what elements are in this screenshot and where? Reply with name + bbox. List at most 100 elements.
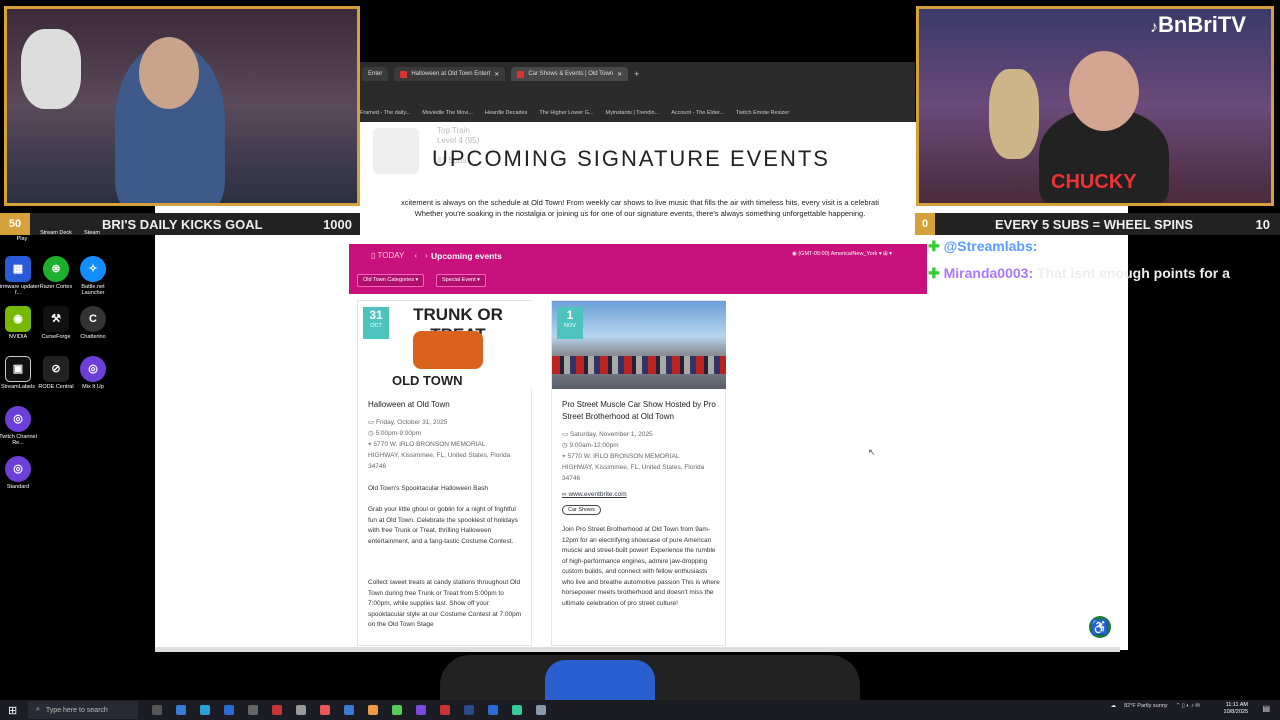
desktop-icon-mixitup[interactable]: ◎ Mix It Up bbox=[71, 356, 115, 390]
timezone-selector[interactable]: ◉ (GMT-05:00) America/New_York ▾ ⊞ ▾ bbox=[792, 251, 892, 257]
accessibility-icon[interactable]: ♿ bbox=[1089, 616, 1111, 638]
desktop-icon-standard[interactable]: ◎ Standard bbox=[0, 456, 40, 490]
desktop-icon-steam[interactable]: Steam bbox=[70, 230, 114, 236]
icon-label: Battle.net Launcher bbox=[81, 284, 105, 296]
mascot-decor bbox=[545, 660, 655, 700]
app-icon[interactable] bbox=[416, 705, 426, 715]
cars-row bbox=[552, 356, 726, 374]
filter-label: Old Town Categories bbox=[363, 277, 414, 283]
event-address: ⌖ 5770 W. IRLO BRONSON MEMORIAL HIGHWAY,… bbox=[368, 439, 518, 472]
train-title: Top Train bbox=[437, 126, 470, 135]
calendar-icon: ▭ bbox=[562, 431, 570, 438]
calendar-icon: ▭ bbox=[368, 419, 376, 426]
desktop-icon-battlenet[interactable]: ✧ Battle.net Launcher bbox=[71, 256, 115, 296]
date-badge: 1 NOV bbox=[557, 307, 583, 339]
event-title[interactable]: Pro Street Muscle Car Show Hosted by Pro… bbox=[562, 399, 722, 423]
event-address: ⌖ 5770 W. IRLO BRONSON MEMORIAL HIGHWAY,… bbox=[562, 451, 712, 484]
icon-label: CurseForge bbox=[41, 334, 71, 340]
app-icon: ⊛ bbox=[43, 256, 69, 282]
horizontal-scrollbar[interactable] bbox=[155, 647, 1120, 652]
date-month: OCT bbox=[370, 323, 382, 329]
close-icon[interactable]: ✕ bbox=[494, 71, 499, 78]
chat-message: ✚ @Streamlabs: combo bbox=[928, 238, 1117, 255]
new-tab-button[interactable]: + bbox=[634, 69, 639, 79]
icon-label: Twitch Channel Re... bbox=[0, 434, 37, 446]
event-card[interactable]: TRUNK OR TREAT OLD TOWN 31OCT Halloween … bbox=[357, 300, 532, 646]
bookmark-item[interactable]: Moviedle The Movi... bbox=[422, 110, 473, 116]
close-icon[interactable]: ✕ bbox=[617, 71, 622, 78]
chrome-icon[interactable] bbox=[368, 705, 378, 715]
steam-icon[interactable] bbox=[464, 705, 474, 715]
app-icon[interactable] bbox=[440, 705, 450, 715]
notification-icon[interactable]: ▤ bbox=[1262, 704, 1270, 713]
tab-halloween[interactable]: Halloween at Old Town Entert ✕ bbox=[394, 67, 506, 81]
today-label: TODAY bbox=[377, 251, 405, 260]
weather-icon: ☁ bbox=[1110, 703, 1117, 709]
tab-enter[interactable]: Enter bbox=[362, 67, 389, 81]
date-text: Friday, October 31, 2025 bbox=[375, 419, 448, 426]
event-card[interactable]: 1 NOV Pro Street Muscle Car Show Hosted b… bbox=[551, 300, 726, 646]
bookmark-item[interactable]: Framed - The daily... bbox=[360, 110, 410, 116]
windows-taskbar: ⊞ ⌕ Type here to search ☁ 82°F Partly sun… bbox=[0, 700, 1280, 720]
tiktok-icon: ♪ bbox=[1150, 19, 1158, 36]
event-description: Grab your little ghoul or goblin for a n… bbox=[368, 506, 518, 545]
address-text: 5770 W. IRLO BRONSON MEMORIAL HIGHWAY, K… bbox=[368, 441, 511, 470]
app-icon: ◎ bbox=[80, 356, 106, 382]
app-icon[interactable] bbox=[488, 705, 498, 715]
event-title[interactable]: Halloween at Old Town bbox=[368, 399, 528, 411]
event-time: ◷ 5:00pm-9:00pm bbox=[368, 428, 421, 439]
bookmark-item[interactable]: Myinstants | Trendin... bbox=[606, 110, 660, 116]
tray-icons[interactable]: ⌃ ▯ ◐ ♪ ✉ bbox=[1176, 703, 1200, 709]
goal-target: 10 bbox=[1255, 216, 1270, 232]
app-icon[interactable] bbox=[392, 705, 402, 715]
head-left bbox=[139, 37, 199, 109]
app-icon[interactable] bbox=[200, 705, 210, 715]
desktop-icon-twitch-channel[interactable]: ◎ Twitch Channel Re... bbox=[0, 406, 40, 446]
timezone-label: (GMT-05:00) America/New_York bbox=[798, 251, 878, 257]
task-view-icon[interactable] bbox=[152, 705, 162, 715]
icon-label: NVIDIA bbox=[8, 334, 28, 340]
app-icon[interactable] bbox=[536, 705, 546, 715]
desktop-icon-play[interactable]: Play bbox=[0, 236, 44, 242]
tab-car-shows[interactable]: Car Shows & Events | Old Town ✕ bbox=[511, 67, 629, 81]
bookmark-item[interactable]: Account - The Elder... bbox=[671, 110, 724, 116]
chevron-left-icon[interactable]: ‹ bbox=[414, 251, 417, 260]
tab-label: Halloween at Old Town Entert bbox=[411, 71, 491, 77]
app-icon[interactable] bbox=[176, 705, 186, 715]
event-time: ◷ 9:00am-12:00pm bbox=[562, 440, 619, 451]
app-icon[interactable] bbox=[320, 705, 330, 715]
calendar-heading: Upcoming events bbox=[431, 251, 502, 261]
address-text: 5770 W. IRLO BRONSON MEMORIAL HIGHWAY, K… bbox=[562, 453, 705, 482]
bookmark-item[interactable]: Heardle Decades bbox=[485, 110, 528, 116]
app-icon[interactable] bbox=[272, 705, 282, 715]
bookmark-item[interactable]: Twitch Emote Resizer bbox=[736, 110, 789, 116]
goal-count: 0 bbox=[915, 213, 935, 235]
app-icon[interactable] bbox=[296, 705, 306, 715]
webcam-left bbox=[4, 6, 360, 206]
app-icon[interactable] bbox=[248, 705, 258, 715]
clock-time: 11:11 AM bbox=[1225, 702, 1248, 708]
taskbar-clock[interactable]: 11:11 AM 10/8/2025 bbox=[1224, 702, 1248, 716]
truck-image bbox=[413, 331, 483, 369]
filter-special-event[interactable]: Special Event ▾ bbox=[436, 274, 486, 287]
date-badge: 31 OCT bbox=[363, 307, 389, 339]
app-icon[interactable] bbox=[344, 705, 354, 715]
app-icon[interactable] bbox=[512, 705, 522, 715]
app-icon[interactable] bbox=[224, 705, 234, 715]
date-month: NOV bbox=[564, 323, 576, 329]
hat-text: CHUCKY bbox=[1051, 171, 1137, 193]
app-icon: ⊘ bbox=[43, 356, 69, 382]
chat-user: @Streamlabs: bbox=[943, 238, 1038, 254]
bookmark-item[interactable]: The Higher Lower G... bbox=[539, 110, 593, 116]
icon-label: Standard bbox=[6, 484, 30, 490]
filter-categories[interactable]: Old Town Categories ▾ bbox=[357, 274, 425, 287]
weather-text[interactable]: 82°F Partly sunny bbox=[1124, 703, 1167, 709]
chevron-right-icon[interactable]: › bbox=[425, 251, 428, 260]
windows-start-icon[interactable]: ⊞ bbox=[8, 704, 17, 717]
category-tag[interactable]: Car Shows bbox=[562, 505, 601, 515]
event-link[interactable]: ∞ www.eventbrite.com bbox=[562, 489, 627, 500]
channel-brand: ♪BnBriTV bbox=[1150, 12, 1246, 38]
taskbar-search[interactable]: ⌕ Type here to search bbox=[28, 701, 138, 719]
desktop-icon-chatterino[interactable]: C Chatterino bbox=[71, 306, 115, 340]
calendar-today-button[interactable]: ▯ TODAY ‹ › bbox=[371, 251, 428, 260]
